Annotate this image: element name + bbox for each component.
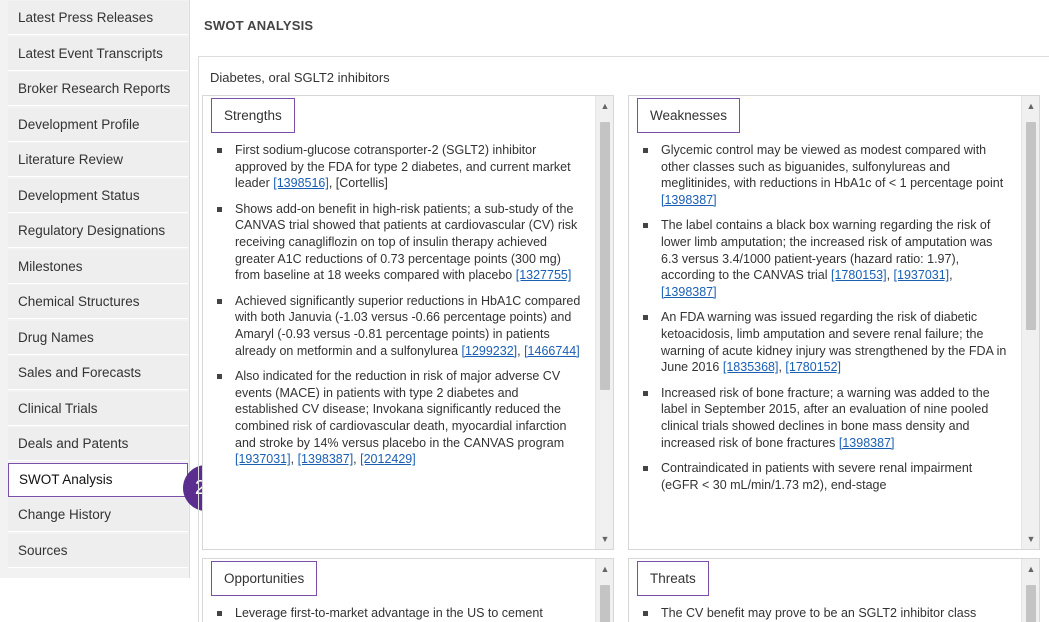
sidebar-item-swot-analysis[interactable]: SWOT Analysis [8,462,188,497]
scroll-down-icon[interactable]: ▼ [596,531,613,547]
list-item: Contraindicated in patients with severe … [637,460,1011,493]
list-item: Glycemic control may be viewed as modest… [637,142,1011,208]
threats-list: The CV benefit may prove to be an SGLT2 … [629,601,1021,622]
list-item-text: Glycemic control may be viewed as modest… [661,143,1004,191]
threats-scrollbar[interactable]: ▲ [1021,559,1039,622]
list-item: The CV benefit may prove to be an SGLT2 … [637,605,1011,622]
sidebar-item-latest-press-releases[interactable]: Latest Press Releases [8,1,188,35]
sidebar-item-sales-and-forecasts[interactable]: Sales and Forecasts [8,356,188,390]
list-item: First sodium-glucose cotransporter-2 (SG… [211,142,585,192]
bullet-icon [643,223,648,229]
threats-box: Threats The CV benefit may prove to be a… [628,558,1040,622]
list-item-text: Also indicated for the reduction in risk… [235,369,567,450]
reference-link[interactable]: [1466744] [524,344,580,358]
bullet-icon [217,374,222,380]
sidebar-item-drug-names[interactable]: Drug Names [8,320,188,355]
scroll-up-icon[interactable]: ▲ [1022,561,1039,577]
list-item-text: Leverage first-to-market advantage in th… [235,606,543,620]
sidebar-nav: Latest Press Releases Latest Event Transc… [0,0,190,578]
weaknesses-scrollbar[interactable]: ▲ ▼ [1021,96,1039,549]
list-item-text: The CV benefit may prove to be an SGLT2 … [661,606,977,620]
list-item-text: Contraindicated in patients with severe … [661,461,973,492]
threats-label: Threats [637,561,709,596]
sidebar-item-literature-review[interactable]: Literature Review [8,143,188,177]
sidebar-item-milestones[interactable]: Milestones [8,249,188,284]
list-item: Increased risk of bone fracture; a warni… [637,385,1011,451]
scroll-thumb[interactable] [600,122,610,390]
bullet-icon [643,390,648,396]
reference-link[interactable]: [1398516] [273,176,329,190]
scroll-up-icon[interactable]: ▲ [596,98,613,114]
strengths-scrollbar[interactable]: ▲ ▼ [595,96,613,549]
sidebar-item-change-history[interactable]: Change History [8,498,188,532]
bullet-icon [217,206,222,212]
reference-link[interactable]: [1937031] [894,268,950,282]
sidebar-item-development-profile[interactable]: Development Profile [8,107,188,142]
weaknesses-list: Glycemic control may be viewed as modest… [629,138,1021,549]
opportunities-box: Opportunities Leverage first-to-market a… [202,558,614,622]
sidebar-item-latest-event-transcripts[interactable]: Latest Event Transcripts [8,36,188,71]
reference-link[interactable]: [1327755] [516,268,572,282]
reference-link[interactable]: [1398387] [661,193,717,207]
sidebar-item-deals-and-patents[interactable]: Deals and Patents [8,427,188,461]
list-item-tail: , [Cortellis] [328,176,388,191]
list-item: The label contains a black box warning r… [637,217,1011,300]
list-item: Achieved significantly superior reductio… [211,293,585,359]
strengths-box: Strengths First sodium-glucose cotranspo… [202,95,614,550]
opportunities-label: Opportunities [211,561,318,596]
panel-subtitle: Diabetes, oral SGLT2 inhibitors [210,70,390,85]
reference-link[interactable]: [1398387] [839,436,895,450]
reference-link[interactable]: [1398387] [298,452,354,466]
reference-link[interactable]: [2012429] [360,452,416,466]
scroll-up-icon[interactable]: ▲ [596,561,613,577]
sidebar-item-chemical-structures[interactable]: Chemical Structures [8,285,188,319]
bullet-icon [643,148,648,153]
bullet-icon [217,611,222,616]
scroll-up-icon[interactable]: ▲ [1022,98,1039,114]
bullet-icon [643,315,648,321]
sidebar-item-clinical-trials[interactable]: Clinical Trials [8,391,188,426]
opportunities-list: Leverage first-to-market advantage in th… [203,601,595,622]
weaknesses-label: Weaknesses [637,98,741,133]
page-title: SWOT ANALYSIS [204,18,314,33]
reference-link[interactable]: [1780153] [831,268,887,282]
list-item-text: Increased risk of bone fracture; a warni… [661,385,990,450]
list-item: Leverage first-to-market advantage in th… [211,605,585,622]
reference-link[interactable]: [1780152] [785,360,841,374]
scroll-thumb[interactable] [1026,585,1036,622]
reference-link[interactable]: [1835368] [723,360,779,374]
list-item: An FDA warning was issued regarding the … [637,309,1011,375]
bullet-icon [217,298,222,304]
opportunities-scrollbar[interactable]: ▲ [595,559,613,622]
sidebar-item-sources[interactable]: Sources [8,533,188,568]
bullet-icon [643,466,648,472]
list-item: Also indicated for the reduction in risk… [211,368,585,468]
reference-link[interactable]: [1299232] [462,344,518,358]
sidebar-item-broker-research-reports[interactable]: Broker Research Reports [8,72,188,106]
bullet-icon [217,148,222,153]
reference-link[interactable]: [1937031] [235,452,291,466]
sidebar-item-regulatory-designations[interactable]: Regulatory Designations [8,214,188,248]
list-item: Shows add-on benefit in high-risk patien… [211,201,585,284]
scroll-down-icon[interactable]: ▼ [1022,531,1039,547]
sidebar-item-development-status[interactable]: Development Status [8,178,188,213]
weaknesses-box: Weaknesses Glycemic control may be viewe… [628,95,1040,550]
reference-link[interactable]: [1398387] [661,285,717,299]
bullet-icon [643,611,648,616]
strengths-label: Strengths [211,98,295,133]
strengths-list: First sodium-glucose cotransporter-2 (SG… [203,138,595,549]
scroll-thumb[interactable] [600,585,610,622]
scroll-thumb[interactable] [1026,122,1036,330]
